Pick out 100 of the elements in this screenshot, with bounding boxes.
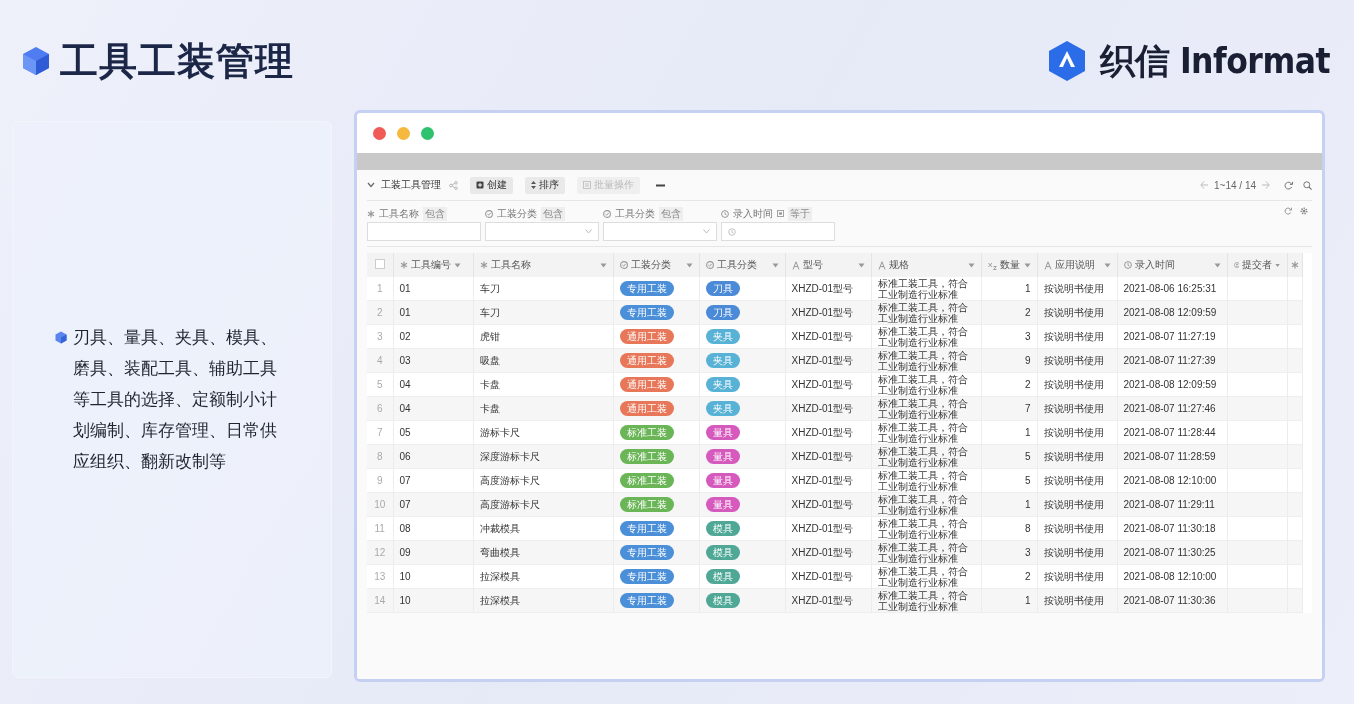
fixture-type-tag: 专用工装: [619, 281, 674, 296]
filter-field[interactable]: [367, 222, 481, 241]
table-cell: 按说明书使用: [1037, 564, 1117, 589]
caret-icon: [599, 262, 607, 268]
filter-dropdown[interactable]: [485, 222, 599, 241]
fixture-type-tag: 标准工装: [619, 449, 674, 464]
table-cell: 2021-08-07 11:29:11: [1117, 492, 1227, 517]
tool-type-tag: 夹具: [705, 329, 740, 344]
tool-type-tag: 刀具: [705, 305, 740, 320]
table-cell: 车刀: [473, 277, 613, 301]
fixture-type-tag: 标准工装: [619, 473, 674, 488]
column-header[interactable]: 录入时间: [1117, 253, 1227, 277]
refresh-icon: [1284, 207, 1292, 215]
column-header[interactable]: 工具编号: [393, 253, 473, 277]
table-cell: 按说明书使用: [1037, 420, 1117, 445]
row-number: 9: [367, 468, 393, 493]
table-cell: XHZD-01型号: [785, 300, 871, 325]
cube-icon: [22, 46, 50, 76]
description-text: 刃具、量具、夹具、模具、磨具、装配工具、辅助工具等工具的选择、定额制小计划编制、库存管理、日常供应组织、翻新改制等: [73, 327, 277, 473]
column-header[interactable]: 工装分类: [613, 253, 699, 277]
table-cell: XHZD-01型号: [785, 516, 871, 541]
table-cell: 按说明书使用: [1037, 372, 1117, 397]
column-header[interactable]: 工具分类: [699, 253, 785, 277]
fixture-type-tag: 专用工装: [619, 569, 674, 584]
table-cell: 卡盘: [473, 372, 613, 397]
table-cell: 2021-08-07 11:27:46: [1117, 396, 1227, 421]
table-cell: 标准工装工具，符合工业制造行业标准: [871, 396, 981, 421]
more-icon: [656, 183, 665, 187]
date-field[interactable]: [721, 222, 835, 241]
sort-button[interactable]: 排序: [525, 176, 565, 194]
column-header[interactable]: 工具名称: [473, 253, 613, 277]
column-header[interactable]: 型号: [785, 253, 871, 277]
chevron-down-icon: [585, 229, 592, 234]
table-cell: 标准工装工具，符合工业制造行业标准: [871, 540, 981, 565]
previous-page-icon: [1200, 181, 1208, 189]
caret-icon: [1275, 262, 1281, 268]
tool-type-tag: 夹具: [705, 401, 740, 416]
close-window-button[interactable]: [373, 126, 386, 140]
tool-type-tag: 夹具: [705, 353, 740, 368]
table-cell: 按说明书使用: [1037, 516, 1117, 541]
fixture-type-tag: 通用工装: [619, 377, 674, 392]
tool-type-tag: 量具: [705, 473, 740, 488]
search-icon: [1303, 180, 1312, 190]
check-circle-icon: [603, 209, 611, 218]
row-number: 8: [367, 444, 393, 469]
tool-type-tag: 模具: [705, 521, 740, 536]
clock-icon: [1123, 261, 1132, 269]
fixture-type-tag: 专用工装: [619, 521, 674, 536]
asterisk-icon: [479, 261, 488, 269]
table-cell: 05: [393, 420, 473, 445]
sort-arrows-icon: [531, 181, 536, 189]
check-circle-icon: [619, 261, 628, 269]
table-cell: XHZD-01型号: [785, 277, 871, 301]
column-header[interactable]: 提交者: [1227, 253, 1287, 277]
table-cell: 虎钳: [473, 324, 613, 349]
letter-a-icon: [791, 260, 800, 270]
tool-type-tag: 量具: [705, 497, 740, 512]
row-number: 5: [367, 372, 393, 397]
row-number: 13: [367, 564, 393, 589]
column-header[interactable]: 数量: [981, 253, 1037, 277]
table-cell: 3: [981, 324, 1037, 349]
table-cell: 标准工装工具，符合工业制造行业标准: [871, 300, 981, 325]
filter-label: 工具分类: [615, 206, 655, 221]
maximize-window-button[interactable]: [421, 126, 434, 140]
slide-title: 工具工装管理: [60, 37, 294, 85]
subscript-x-icon: [987, 260, 997, 270]
table-cell: XHZD-01型号: [785, 444, 871, 469]
row-number: 7: [367, 420, 393, 445]
table-cell: 2: [981, 372, 1037, 397]
table-cell: 标准工装工具，符合工业制造行业标准: [871, 348, 981, 373]
chevron-down-icon: [703, 229, 710, 234]
share-icon: [449, 180, 458, 190]
list-icon: [583, 181, 591, 189]
table-cell: 2021-08-08 12:09:59: [1117, 372, 1227, 397]
column-header[interactable]: 规格: [871, 253, 981, 277]
row-number: 3: [367, 324, 393, 349]
caret-icon: [771, 262, 779, 268]
caret-icon: [967, 262, 975, 268]
table-cell: 高度游标卡尺: [473, 492, 613, 517]
tool-type-tag: 模具: [705, 545, 740, 560]
hexagon-logo-icon: [1048, 40, 1087, 82]
table-cell: 01: [393, 277, 473, 301]
table-cell: 02: [393, 324, 473, 349]
filter-dropdown[interactable]: [603, 222, 717, 241]
create-button[interactable]: 创建: [470, 176, 513, 194]
table-cell: 8: [981, 516, 1037, 541]
tool-type-tag: 量具: [705, 449, 740, 464]
filter-label: 工装分类: [497, 206, 537, 221]
column-header[interactable]: 应用说明: [1037, 253, 1117, 277]
select-all-checkbox[interactable]: [374, 259, 385, 269]
fixture-type-tag: 专用工装: [619, 593, 674, 608]
table-cell: 1: [981, 277, 1037, 301]
row-number: 11: [367, 516, 393, 541]
asterisk-icon: [367, 209, 375, 218]
filter-label: 录入时间: [733, 206, 773, 221]
minimize-window-button[interactable]: [397, 126, 410, 140]
fixture-type-tag: 标准工装: [619, 497, 674, 512]
table-cell: XHZD-01型号: [785, 324, 871, 349]
table-cell: 2021-08-07 11:28:44: [1117, 420, 1227, 445]
row-number: 10: [367, 492, 393, 517]
